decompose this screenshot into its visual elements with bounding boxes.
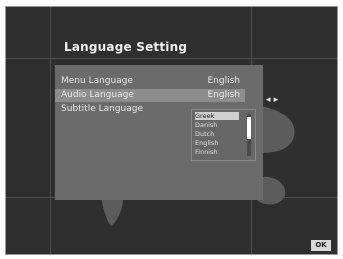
dropdown-option[interactable]: English (195, 139, 239, 147)
subtitle-language-label: Subtitle Language (61, 104, 144, 114)
dropdown-scrollbar[interactable] (247, 114, 251, 156)
ok-button[interactable]: OK (311, 240, 331, 251)
left-right-arrows-icon: ◂ ▸ (266, 95, 279, 105)
dropdown-option[interactable]: Greek (195, 112, 239, 120)
page-title: Language Setting (64, 40, 188, 54)
menu-language-row[interactable]: Menu Language English (55, 75, 245, 88)
dropdown-option[interactable]: Danish (195, 121, 239, 129)
scrollbar-thumb[interactable] (247, 117, 251, 139)
tv-screen: Language Setting Menu Language English A… (5, 6, 338, 255)
dropdown-option[interactable]: Finnish (195, 148, 239, 156)
language-dropdown[interactable]: Greek Danish Dutch English Finnish (191, 109, 256, 161)
grid-line (6, 58, 337, 59)
audio-language-row[interactable]: Audio Language English (55, 89, 245, 102)
dropdown-option[interactable]: Dutch (195, 130, 239, 138)
audio-language-label: Audio Language (61, 90, 134, 100)
menu-language-label: Menu Language (61, 76, 133, 86)
audio-language-value: English (207, 90, 241, 100)
menu-language-value: English (207, 76, 241, 86)
